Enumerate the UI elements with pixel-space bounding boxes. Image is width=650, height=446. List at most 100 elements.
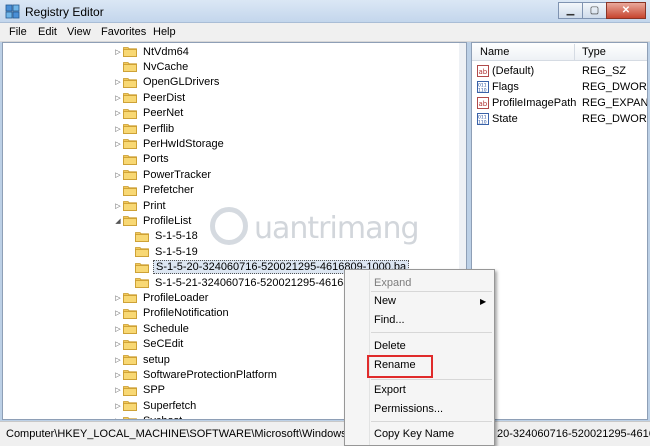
expand-arrow-icon[interactable]: ▷ bbox=[113, 94, 123, 102]
tree-item[interactable]: ▷ ProfileLoader bbox=[113, 290, 210, 305]
menu-file[interactable]: File bbox=[9, 26, 27, 38]
tree-item-label: Prefetcher bbox=[143, 184, 194, 197]
menu-view[interactable]: View bbox=[67, 26, 91, 38]
expand-arrow-icon[interactable]: ▷ bbox=[113, 171, 123, 179]
tree-item[interactable]: S-1-5-19 bbox=[125, 244, 200, 259]
tree-item[interactable]: S-1-5-21-324060716-520021295-4616809-1 bbox=[125, 275, 374, 290]
minimize-button[interactable]: ▁ bbox=[558, 2, 583, 19]
expand-arrow-icon[interactable]: ▷ bbox=[113, 325, 123, 333]
tree-item[interactable]: ▷ NtVdm64 bbox=[113, 44, 191, 59]
expand-arrow-icon[interactable]: ▷ bbox=[113, 140, 123, 148]
maximize-button[interactable]: ▢ bbox=[582, 2, 607, 19]
string-value-icon: ab bbox=[477, 65, 489, 77]
tree-item[interactable]: ▷ PeerNet bbox=[113, 106, 185, 121]
tree-item[interactable]: ▷ Perflib bbox=[113, 121, 176, 136]
value-name: (Default) bbox=[492, 65, 535, 77]
value-name: ProfileImagePath bbox=[492, 97, 577, 109]
tree-item-label: SeCEdit bbox=[143, 338, 184, 351]
folder-icon bbox=[123, 400, 137, 412]
expand-arrow-icon[interactable]: ▷ bbox=[113, 294, 123, 302]
tree-item-label: SPP bbox=[143, 384, 166, 397]
tree-item[interactable]: ▷ PowerTracker bbox=[113, 167, 213, 182]
value-type: REG_DWORD bbox=[582, 81, 648, 93]
tree-item-label: S-1-5-18 bbox=[155, 230, 198, 243]
tree-item-label: PerHwIdStorage bbox=[143, 137, 224, 150]
value-row[interactable]: 011 110 Flags REG_DWORD bbox=[472, 79, 648, 95]
tree-item[interactable]: ▷ setup bbox=[113, 352, 172, 367]
tree-item[interactable]: ▷ Svchost bbox=[113, 414, 184, 419]
menu-favorites[interactable]: Favorites bbox=[101, 26, 146, 38]
values-pane[interactable]: Name Type ab (Default) REG_SZ 011 110 Flags RE… bbox=[471, 42, 648, 420]
column-name-header[interactable]: Name bbox=[480, 46, 509, 58]
tree-item[interactable]: ▷ OpenGLDrivers bbox=[113, 75, 221, 90]
watermark-text: uantrimang bbox=[254, 211, 420, 246]
expand-arrow-icon[interactable]: ▷ bbox=[113, 125, 123, 133]
values-header: Name Type bbox=[472, 43, 647, 61]
folder-icon bbox=[123, 154, 137, 165]
registry-editor-icon bbox=[5, 4, 20, 19]
expand-arrow-icon[interactable]: ▷ bbox=[113, 78, 123, 86]
expand-arrow-icon[interactable]: ▷ bbox=[113, 371, 123, 379]
tree-item[interactable]: ▷ ProfileNotification bbox=[113, 306, 231, 321]
expand-arrow-icon[interactable]: ▷ bbox=[113, 402, 123, 410]
close-button[interactable]: ✕ bbox=[606, 2, 646, 19]
watermark: uantrimang bbox=[210, 205, 440, 249]
tree-item-label: PeerDist bbox=[143, 91, 186, 104]
tree-item[interactable]: ▷ PeerDist bbox=[113, 90, 187, 105]
tree-item-label: Schedule bbox=[143, 322, 189, 335]
tree-item[interactable]: Ports bbox=[113, 152, 171, 167]
menu-help[interactable]: Help bbox=[153, 26, 176, 38]
tree-item[interactable]: ▷ SPP bbox=[113, 383, 167, 398]
tree-item[interactable]: S-1-5-18 bbox=[125, 229, 200, 244]
column-type-header[interactable]: Type bbox=[582, 46, 606, 58]
context-find[interactable]: Find... bbox=[374, 314, 405, 326]
collapse-arrow-icon[interactable]: ◢ bbox=[113, 217, 123, 225]
expand-arrow-icon[interactable]: ▷ bbox=[113, 202, 123, 210]
tree-item[interactable]: Prefetcher bbox=[113, 183, 196, 198]
folder-icon bbox=[123, 308, 137, 319]
value-row[interactable]: ab (Default) REG_SZ bbox=[472, 63, 647, 79]
context-delete[interactable]: Delete bbox=[374, 340, 406, 352]
tree-item[interactable]: ▷ SoftwareProtectionPlatform bbox=[113, 367, 279, 382]
tree-item-label: NtVdm64 bbox=[143, 45, 189, 58]
expand-arrow-icon[interactable]: ▷ bbox=[113, 48, 123, 56]
watermark-logo-icon bbox=[210, 207, 248, 245]
binary-value-icon: 011 110 bbox=[477, 113, 489, 126]
tree-item[interactable]: ◢ ProfileList bbox=[113, 213, 193, 228]
folder-icon bbox=[135, 231, 149, 242]
folder-icon bbox=[123, 185, 137, 196]
expand-arrow-icon[interactable]: ▷ bbox=[113, 109, 123, 117]
folder-icon bbox=[123, 292, 137, 304]
context-permissions[interactable]: Permissions... bbox=[374, 403, 443, 415]
tree-item-label: Perflib bbox=[143, 122, 175, 135]
expand-arrow-icon[interactable]: ▷ bbox=[113, 417, 123, 419]
tree-item[interactable]: ▷ Schedule bbox=[113, 321, 191, 336]
tree-item[interactable]: ▷ Superfetch bbox=[113, 398, 198, 413]
folder-icon bbox=[123, 169, 137, 181]
context-export[interactable]: Export bbox=[374, 384, 406, 396]
value-row[interactable]: 011 110 State REG_DWORD bbox=[472, 111, 647, 127]
tree-item[interactable]: ▷ PerHwIdStorage bbox=[113, 136, 226, 151]
tree-item[interactable]: NvCache bbox=[113, 59, 190, 74]
folder-icon bbox=[123, 385, 137, 396]
folder-icon bbox=[123, 369, 137, 381]
folder-icon bbox=[135, 262, 149, 273]
folder-icon bbox=[135, 277, 149, 288]
menu-edit[interactable]: Edit bbox=[38, 26, 57, 38]
folder-icon bbox=[123, 92, 137, 104]
expand-arrow-icon[interactable]: ▷ bbox=[113, 309, 123, 317]
context-expand[interactable]: Expand bbox=[374, 277, 411, 289]
expand-arrow-icon[interactable]: ▷ bbox=[113, 386, 123, 394]
svg-text:ab: ab bbox=[479, 100, 488, 108]
expand-arrow-icon[interactable]: ▷ bbox=[113, 340, 123, 348]
context-new[interactable]: New bbox=[374, 295, 396, 307]
expand-arrow-icon[interactable]: ▷ bbox=[113, 356, 123, 364]
value-row[interactable]: ab ProfileImagePath REG_EXPAND_S bbox=[472, 95, 648, 111]
tree-item[interactable]: ▷ Print bbox=[113, 198, 168, 213]
tree-item-label: Print bbox=[143, 199, 166, 212]
folder-icon bbox=[123, 61, 137, 73]
tree-item[interactable]: ▷ SeCEdit bbox=[113, 337, 185, 352]
value-type: REG_EXPAND_S bbox=[582, 97, 648, 109]
column-divider[interactable] bbox=[574, 44, 575, 60]
context-copy-key-name[interactable]: Copy Key Name bbox=[374, 428, 454, 440]
